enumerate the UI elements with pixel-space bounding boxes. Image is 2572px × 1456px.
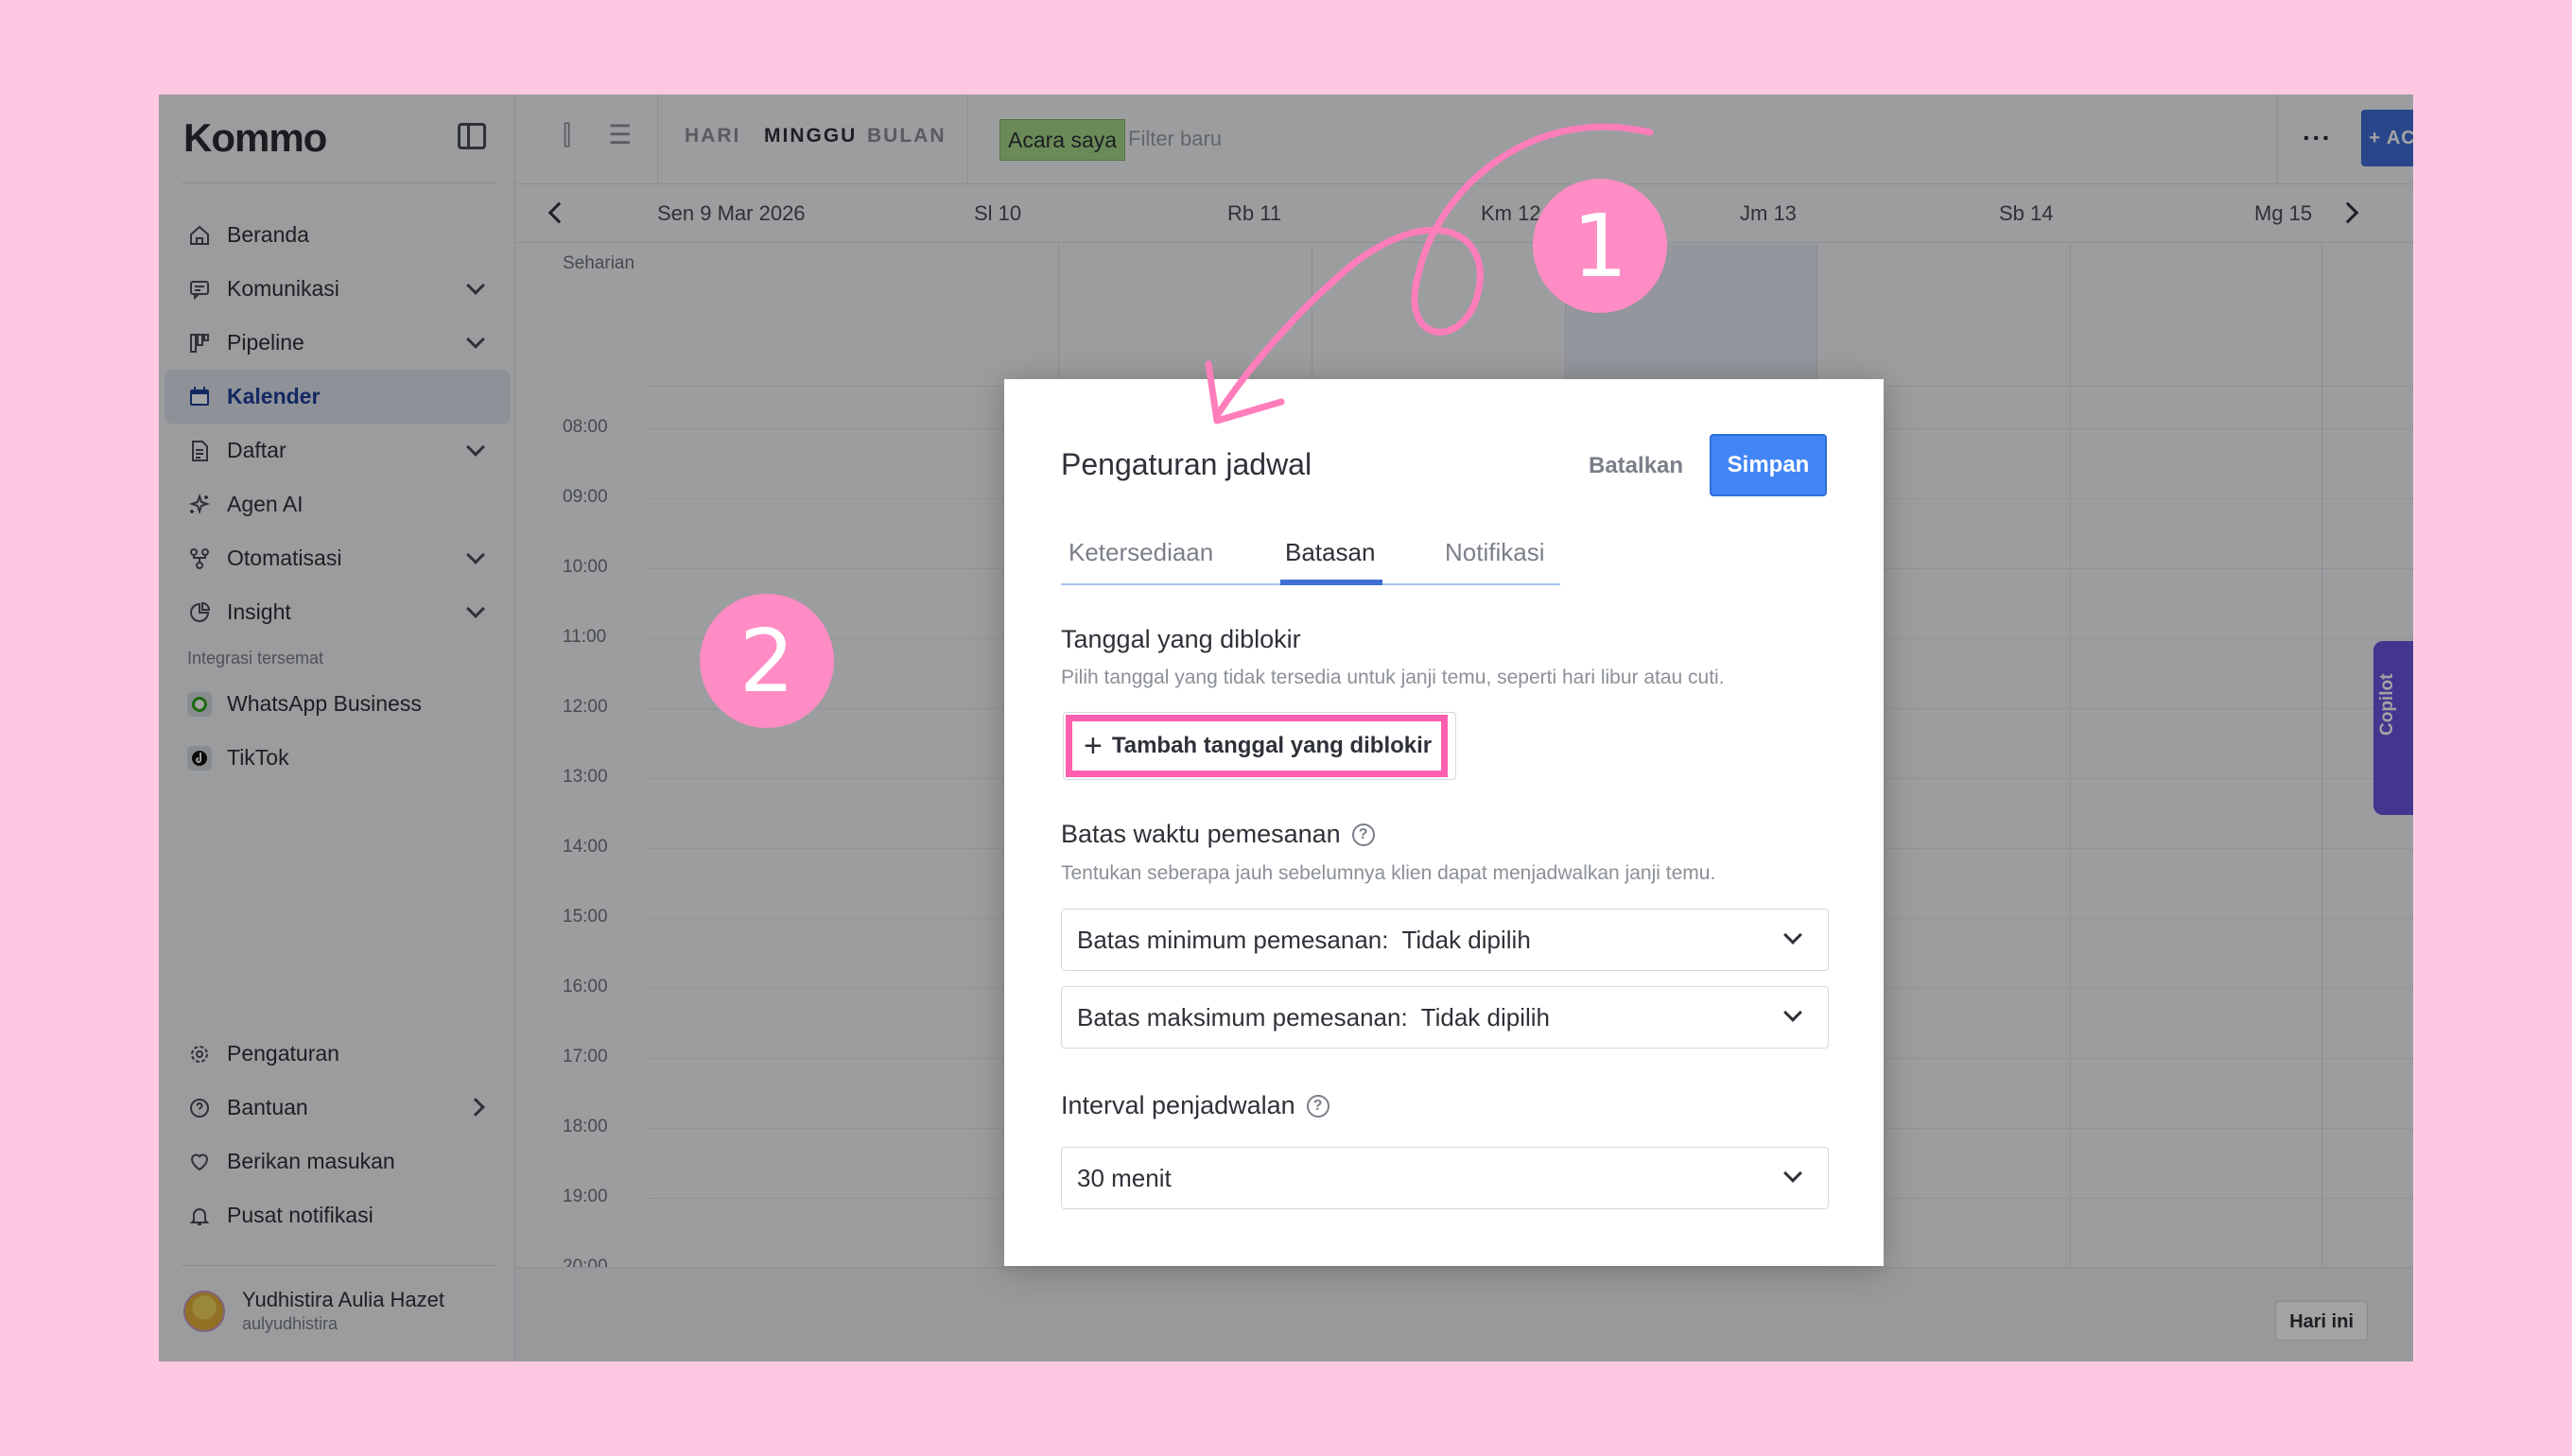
interval-title: Interval penjadwalan ? <box>1061 1091 1329 1120</box>
select-value: Batas maksimum pemesanan: Tidak dipilih <box>1077 1002 1551 1031</box>
settings-tabs: Ketersediaan Batasan Notifikasi <box>1061 530 1560 585</box>
chevron-down-icon <box>1783 1003 1802 1022</box>
min-booking-select[interactable]: Batas minimum pemesanan: Tidak dipilih <box>1061 909 1829 971</box>
button-label: Tambah tanggal yang diblokir <box>1111 733 1433 758</box>
dialog-title: Pengaturan jadwal <box>1061 447 1312 481</box>
section-title-text: Tanggal yang diblokir <box>1061 625 1301 653</box>
help-icon[interactable]: ? <box>1306 1094 1329 1118</box>
app-window: Kommo Beranda Komunikasi Pipeline Kalend… <box>159 95 2413 1361</box>
schedule-settings-dialog: Pengaturan jadwal Batalkan Simpan Keters… <box>1004 379 1884 1266</box>
tab-batasan[interactable]: Batasan <box>1285 538 1375 567</box>
blocked-dates-title: Tanggal yang diblokir <box>1061 625 1301 654</box>
blocked-dates-desc: Pilih tanggal yang tidak tersedia untuk … <box>1061 667 1725 688</box>
chevron-down-icon <box>1783 1164 1802 1183</box>
select-value: Batas minimum pemesanan: Tidak dipilih <box>1077 925 1531 954</box>
chevron-down-icon <box>1783 926 1802 945</box>
plus-icon: + <box>1084 728 1103 764</box>
step-badge-2: 2 <box>700 594 834 728</box>
max-booking-select[interactable]: Batas maksimum pemesanan: Tidak dipilih <box>1061 986 1829 1049</box>
section-title-text: Interval penjadwalan <box>1061 1091 1295 1119</box>
cancel-button[interactable]: Batalkan <box>1589 453 1683 479</box>
save-button[interactable]: Simpan <box>1710 434 1827 496</box>
active-tab-indicator <box>1280 580 1382 585</box>
interval-select[interactable]: 30 menit <box>1061 1147 1829 1209</box>
step-badge-1: 1 <box>1533 179 1667 313</box>
booking-window-title: Batas waktu pemesanan ? <box>1061 820 1375 849</box>
tab-notifikasi[interactable]: Notifikasi <box>1445 538 1544 567</box>
add-blocked-date-button[interactable]: + Tambah tanggal yang diblokir <box>1063 712 1456 780</box>
help-icon[interactable]: ? <box>1351 823 1375 846</box>
booking-window-desc: Tentukan seberapa jauh sebelumnya klien … <box>1061 862 1716 884</box>
highlight-box: + Tambah tanggal yang diblokir <box>1066 715 1448 777</box>
tab-ketersediaan[interactable]: Ketersediaan <box>1069 538 1213 567</box>
section-title-text: Batas waktu pemesanan <box>1061 820 1341 848</box>
select-value: 30 menit <box>1077 1163 1172 1192</box>
